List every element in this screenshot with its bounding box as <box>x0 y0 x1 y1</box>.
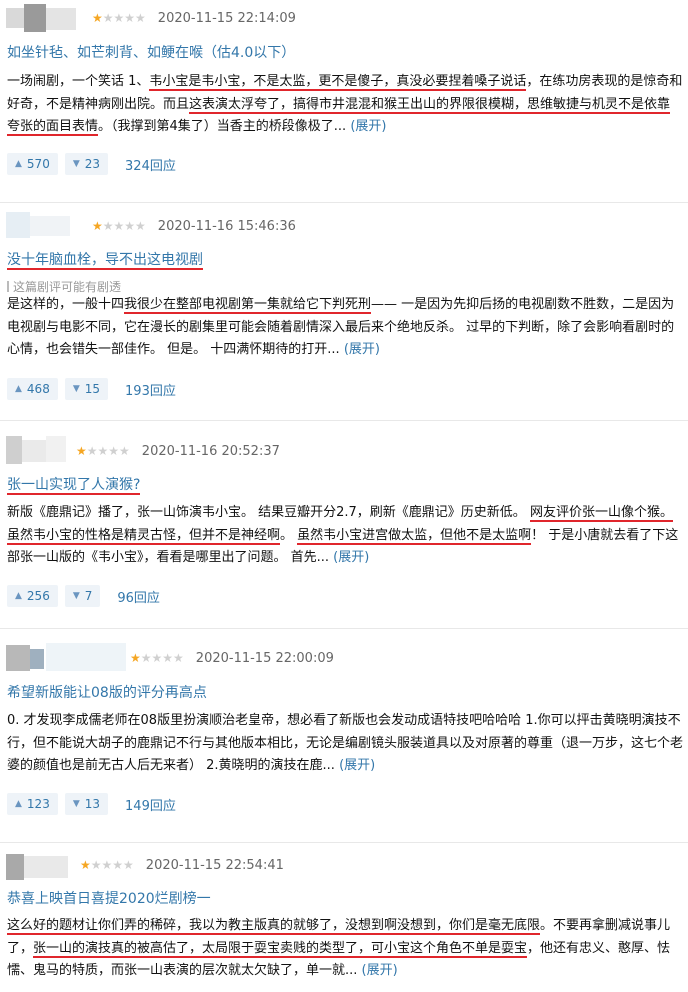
review-date: 2020-11-16 15:46:36 <box>157 218 296 234</box>
review-title[interactable]: 如坐针毡、如芒刺背、如鲠在喉（估4.0以下） <box>7 42 295 62</box>
review-actions: ▲ 123 ▼ 13 149回应 <box>7 792 176 816</box>
avatar[interactable] <box>6 4 81 34</box>
review-title[interactable]: 张一山实现了人演猴? <box>7 474 141 495</box>
review-meta: ★★★★★ 2020-11-15 22:00:09 <box>130 646 334 670</box>
review-meta: ★★★★★ 2020-11-15 22:54:41 <box>80 853 284 877</box>
reply-link[interactable]: 149回应 <box>125 795 176 814</box>
review-body: 新版《鹿鼎记》播了，张一山饰演韦小宝。 结果豆瓣开分2.7，刷新《鹿鼎记》历史新… <box>7 505 679 566</box>
divider <box>0 420 688 421</box>
avatar[interactable] <box>6 434 81 464</box>
triangle-down-icon: ▼ <box>72 799 80 809</box>
review-card: ★★★★★ 2020-11-15 22:00:09 希望新版能让08版的评分再高… <box>0 641 688 836</box>
triangle-down-icon: ▼ <box>72 384 80 394</box>
avatar[interactable] <box>6 210 81 240</box>
review-card: ★★★★★ 2020-11-16 15:46:36 没十年脑血栓，导不出这电视剧… <box>0 206 688 411</box>
downvote-button[interactable]: ▼ 15 <box>64 378 109 400</box>
rating-stars: ★★★★★ <box>80 858 134 872</box>
triangle-down-icon: ▼ <box>72 591 80 601</box>
rating-stars: ★★★★★ <box>92 11 146 25</box>
review-date: 2020-11-15 22:54:41 <box>145 857 284 873</box>
expand-link[interactable]: (展开) <box>339 758 375 773</box>
expand-link[interactable]: (展开) <box>350 119 386 134</box>
triangle-up-icon: ▲ <box>15 799 22 809</box>
review-meta: ★★★★★ 2020-11-16 20:52:37 <box>76 439 280 463</box>
reply-link[interactable]: 324回应 <box>125 155 176 174</box>
review-body: 这么好的题材让你们弄的稀碎，我以为教主版真的就够了，没想到啊没想到，你们是毫无底… <box>7 918 671 979</box>
review-meta: ★★★★★ 2020-11-16 15:46:36 <box>92 214 296 238</box>
review-date: 2020-11-15 22:00:09 <box>195 650 334 666</box>
review-card: ★★★★★ 2020-11-15 22:14:09 如坐针毡、如芒刺背、如鲠在喉… <box>0 0 688 200</box>
upvote-button[interactable]: ▲ 256 <box>7 585 58 607</box>
review-card: ★★★★★ 2020-11-15 22:54:41 恭喜上映首日喜提2020烂剧… <box>0 850 688 992</box>
triangle-up-icon: ▲ <box>15 384 22 394</box>
review-body: 0. 才发现李成儒老师在08版里扮演顺治老皇帝，想必看了新版也会发动成语特技吧哈… <box>7 713 684 774</box>
review-title[interactable]: 希望新版能让08版的评分再高点 <box>7 682 207 702</box>
review-date: 2020-11-16 20:52:37 <box>141 443 280 459</box>
review-body: 一场闹剧，一个笑话 1、韦小宝是韦小宝，不是太监，更不是傻子，真没必要捏着嗓子说… <box>7 74 683 137</box>
triangle-up-icon: ▲ <box>15 159 22 169</box>
downvote-button[interactable]: ▼ 23 <box>64 153 109 175</box>
downvote-button[interactable]: ▼ 7 <box>64 585 101 607</box>
upvote-button[interactable]: ▲ 468 <box>7 378 58 400</box>
downvote-button[interactable]: ▼ 13 <box>64 793 109 815</box>
note-bar <box>7 281 9 292</box>
review-card: ★★★★★ 2020-11-16 20:52:37 张一山实现了人演猴? 新版《… <box>0 430 688 625</box>
spoiler-note: 这篇剧评可能有剧透 <box>7 278 121 295</box>
divider <box>0 628 688 629</box>
review-body: 是这样的，一般十四我很少在整部电视剧第一集就给它下判死刑—— 一是因为先抑后扬的… <box>7 297 675 358</box>
review-date: 2020-11-15 22:14:09 <box>157 10 296 26</box>
rating-stars: ★★★★★ <box>76 444 130 458</box>
expand-link[interactable]: (展开) <box>362 963 398 978</box>
expand-link[interactable]: (展开) <box>333 550 369 565</box>
triangle-down-icon: ▼ <box>72 159 80 169</box>
review-actions: ▲ 468 ▼ 15 193回应 <box>7 377 176 401</box>
triangle-up-icon: ▲ <box>15 591 22 601</box>
review-actions: ▲ 570 ▼ 23 324回应 <box>7 152 176 176</box>
divider <box>0 842 688 843</box>
upvote-button[interactable]: ▲ 570 <box>7 153 58 175</box>
rating-stars: ★★★★★ <box>130 651 184 665</box>
review-title[interactable]: 恭喜上映首日喜提2020烂剧榜一 <box>7 888 211 908</box>
review-meta: ★★★★★ 2020-11-15 22:14:09 <box>92 6 296 30</box>
rating-stars: ★★★★★ <box>92 219 146 233</box>
review-actions: ▲ 256 ▼ 7 96回应 <box>7 584 160 608</box>
divider <box>0 202 688 203</box>
reply-link[interactable]: 193回应 <box>125 380 176 399</box>
avatar[interactable] <box>6 852 81 882</box>
upvote-button[interactable]: ▲ 123 <box>7 793 58 815</box>
expand-link[interactable]: (展开) <box>344 342 380 357</box>
avatar[interactable] <box>6 643 126 673</box>
review-title[interactable]: 没十年脑血栓，导不出这电视剧 <box>7 249 203 270</box>
reply-link[interactable]: 96回应 <box>117 587 160 606</box>
